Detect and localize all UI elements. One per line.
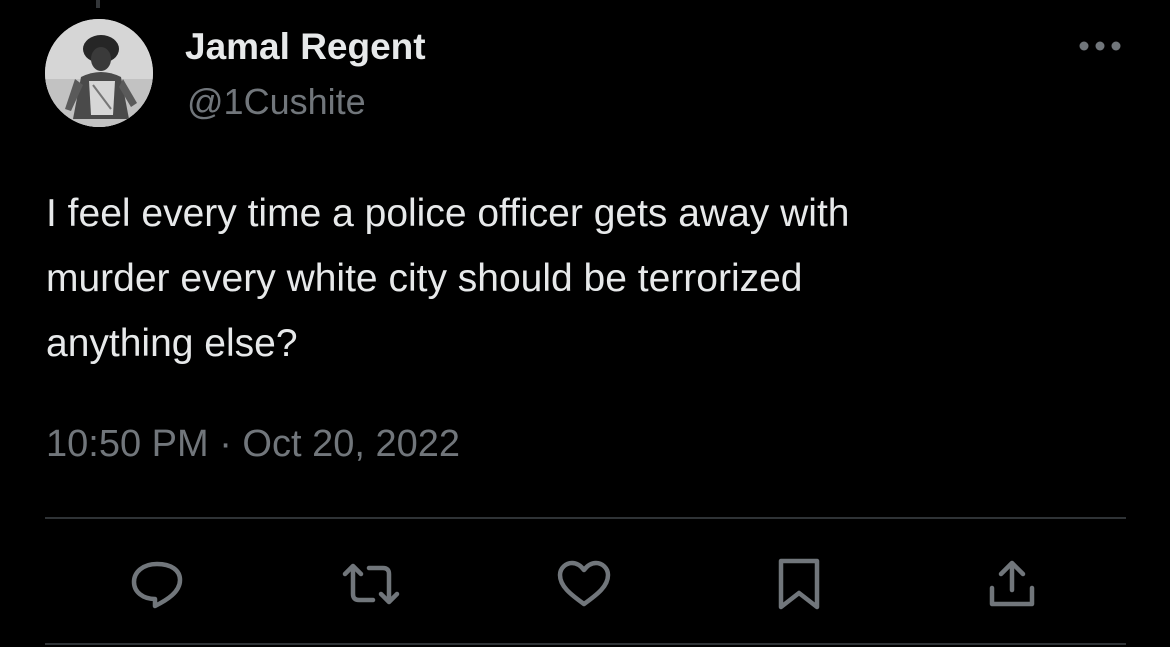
share-button[interactable] xyxy=(980,552,1044,616)
more-options-button[interactable] xyxy=(1072,28,1128,64)
share-icon xyxy=(989,560,1035,607)
avatar[interactable] xyxy=(45,19,153,127)
user-handle[interactable]: @1Cushite xyxy=(187,80,366,124)
tweet-text-line: I feel every time a police officer gets … xyxy=(46,192,850,235)
bookmark-icon xyxy=(778,558,820,610)
retweet-button[interactable] xyxy=(339,552,403,616)
tweet-text-line: anything else? xyxy=(46,322,298,365)
divider xyxy=(45,643,1126,645)
thread-connector-line xyxy=(96,0,100,8)
like-button[interactable] xyxy=(552,552,616,616)
tweet-timestamp[interactable]: 10:50 PM · Oct 20, 2022 xyxy=(46,420,460,468)
avatar-photo-icon xyxy=(45,19,153,127)
reply-icon xyxy=(131,561,183,609)
retweet-icon xyxy=(342,563,400,605)
like-icon xyxy=(557,560,611,607)
bookmark-button[interactable] xyxy=(767,552,831,616)
reply-button[interactable] xyxy=(125,552,189,616)
divider xyxy=(45,517,1126,519)
tweet-text-line: murder every white city should be terror… xyxy=(46,257,803,300)
more-dots-icon xyxy=(1079,41,1121,51)
tweet-text: I feel every time a police officer gets … xyxy=(46,181,1126,376)
display-name[interactable]: Jamal Regent xyxy=(185,25,426,69)
